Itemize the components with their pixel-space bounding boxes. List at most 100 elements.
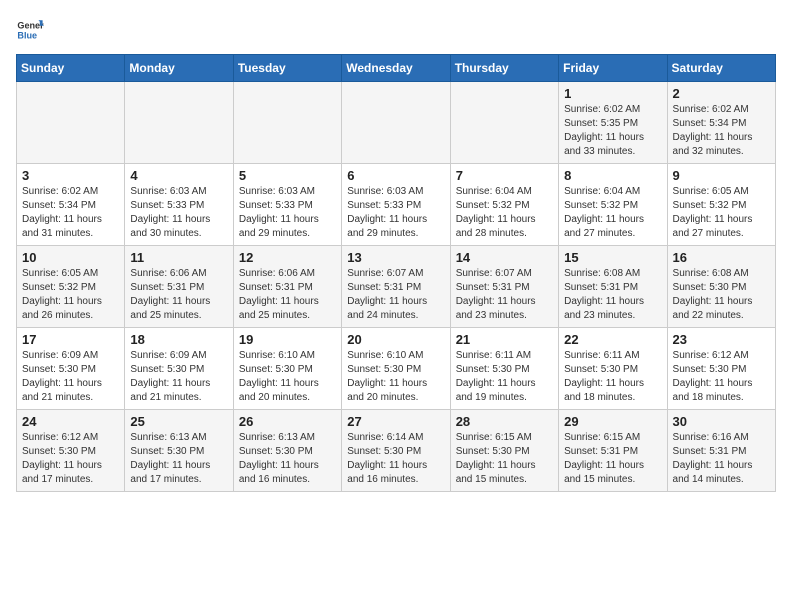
day-number: 1 — [564, 86, 661, 101]
calendar-cell: 13Sunrise: 6:07 AMSunset: 5:31 PMDayligh… — [342, 246, 450, 328]
calendar-cell: 3 Sunrise: 6:02 AMSunset: 5:34 PMDaylight… — [17, 164, 125, 246]
day-info: Sunrise: 6:09 AMSunset: 5:30 PMDaylight:… — [22, 349, 119, 405]
day-number: 20 — [347, 332, 444, 347]
day-info: Sunrise: 6:03 AMSunset: 5:33 PMDaylight:… — [130, 185, 227, 241]
week-row-3: 10 Sunrise: 6:05 AMSunset: 5:32 PMDayligh… — [17, 246, 776, 328]
svg-text:Blue: Blue — [17, 30, 37, 40]
day-number: 22 — [564, 332, 661, 347]
calendar-cell — [233, 82, 341, 164]
calendar-cell: 17 Sunrise: 6:09 AMSunset: 5:30 PMDayligh… — [17, 328, 125, 410]
calendar-cell: 30Sunrise: 6:16 AMSunset: 5:31 PMDayligh… — [667, 410, 775, 492]
day-info: Sunrise: 6:03 AMSunset: 5:33 PMDaylight:… — [347, 185, 444, 241]
calendar-cell: 8 Sunrise: 6:04 AMSunset: 5:32 PMDaylight… — [559, 164, 667, 246]
day-number: 17 — [22, 332, 119, 347]
calendar-cell: 10 Sunrise: 6:05 AMSunset: 5:32 PMDayligh… — [17, 246, 125, 328]
calendar-cell: 14Sunrise: 6:07 AMSunset: 5:31 PMDayligh… — [450, 246, 558, 328]
logo-icon: General Blue — [16, 16, 44, 44]
week-row-4: 17 Sunrise: 6:09 AMSunset: 5:30 PMDayligh… — [17, 328, 776, 410]
day-info: Sunrise: 6:13 AMSunset: 5:30 PMDaylight:… — [130, 431, 227, 487]
calendar-cell: 29 Sunrise: 6:15 AMSunset: 5:31 PMDayligh… — [559, 410, 667, 492]
week-row-1: 1 Sunrise: 6:02 AMSunset: 5:35 PMDaylight… — [17, 82, 776, 164]
calendar-cell: 9 Sunrise: 6:05 AMSunset: 5:32 PMDaylight… — [667, 164, 775, 246]
weekday-header-monday: Monday — [125, 55, 233, 82]
day-info: Sunrise: 6:11 AMSunset: 5:30 PMDaylight:… — [564, 349, 661, 405]
calendar-cell: 5 Sunrise: 6:03 AMSunset: 5:33 PMDaylight… — [233, 164, 341, 246]
calendar-cell: 19 Sunrise: 6:10 AMSunset: 5:30 PMDayligh… — [233, 328, 341, 410]
day-number: 13 — [347, 250, 444, 265]
logo: General Blue — [16, 16, 48, 44]
calendar-cell: 28Sunrise: 6:15 AMSunset: 5:30 PMDayligh… — [450, 410, 558, 492]
weekday-header-saturday: Saturday — [667, 55, 775, 82]
day-info: Sunrise: 6:02 AMSunset: 5:34 PMDaylight:… — [22, 185, 119, 241]
weekday-header-sunday: Sunday — [17, 55, 125, 82]
day-number: 6 — [347, 168, 444, 183]
calendar-cell: 27Sunrise: 6:14 AMSunset: 5:30 PMDayligh… — [342, 410, 450, 492]
weekday-header-row: SundayMondayTuesdayWednesdayThursdayFrid… — [17, 55, 776, 82]
day-number: 7 — [456, 168, 553, 183]
day-number: 8 — [564, 168, 661, 183]
calendar-cell: 1 Sunrise: 6:02 AMSunset: 5:35 PMDaylight… — [559, 82, 667, 164]
day-info: Sunrise: 6:12 AMSunset: 5:30 PMDaylight:… — [22, 431, 119, 487]
day-info: Sunrise: 6:15 AMSunset: 5:30 PMDaylight:… — [456, 431, 553, 487]
calendar-cell: 21 Sunrise: 6:11 AMSunset: 5:30 PMDayligh… — [450, 328, 558, 410]
day-info: Sunrise: 6:11 AMSunset: 5:30 PMDaylight:… — [456, 349, 553, 405]
day-number: 25 — [130, 414, 227, 429]
day-number: 4 — [130, 168, 227, 183]
day-info: Sunrise: 6:02 AMSunset: 5:35 PMDaylight:… — [564, 103, 661, 159]
day-number: 19 — [239, 332, 336, 347]
day-info: Sunrise: 6:04 AMSunset: 5:32 PMDaylight:… — [456, 185, 553, 241]
weekday-header-friday: Friday — [559, 55, 667, 82]
day-info: Sunrise: 6:05 AMSunset: 5:32 PMDaylight:… — [22, 267, 119, 323]
day-number: 30 — [673, 414, 770, 429]
day-info: Sunrise: 6:02 AMSunset: 5:34 PMDaylight:… — [673, 103, 770, 159]
calendar-cell: 22 Sunrise: 6:11 AMSunset: 5:30 PMDayligh… — [559, 328, 667, 410]
calendar-cell: 20 Sunrise: 6:10 AMSunset: 5:30 PMDayligh… — [342, 328, 450, 410]
day-number: 16 — [673, 250, 770, 265]
week-row-2: 3 Sunrise: 6:02 AMSunset: 5:34 PMDaylight… — [17, 164, 776, 246]
day-number: 21 — [456, 332, 553, 347]
weekday-header-tuesday: Tuesday — [233, 55, 341, 82]
day-info: Sunrise: 6:10 AMSunset: 5:30 PMDaylight:… — [239, 349, 336, 405]
day-number: 29 — [564, 414, 661, 429]
day-info: Sunrise: 6:12 AMSunset: 5:30 PMDaylight:… — [673, 349, 770, 405]
calendar-cell — [342, 82, 450, 164]
calendar-cell: 12 Sunrise: 6:06 AMSunset: 5:31 PMDayligh… — [233, 246, 341, 328]
calendar-cell: 11 Sunrise: 6:06 AMSunset: 5:31 PMDayligh… — [125, 246, 233, 328]
day-info: Sunrise: 6:08 AMSunset: 5:31 PMDaylight:… — [564, 267, 661, 323]
day-number: 15 — [564, 250, 661, 265]
calendar-cell: 16 Sunrise: 6:08 AMSunset: 5:30 PMDayligh… — [667, 246, 775, 328]
day-info: Sunrise: 6:07 AMSunset: 5:31 PMDaylight:… — [456, 267, 553, 323]
day-info: Sunrise: 6:04 AMSunset: 5:32 PMDaylight:… — [564, 185, 661, 241]
day-info: Sunrise: 6:05 AMSunset: 5:32 PMDaylight:… — [673, 185, 770, 241]
calendar-cell — [125, 82, 233, 164]
day-number: 5 — [239, 168, 336, 183]
day-number: 24 — [22, 414, 119, 429]
calendar-cell: 24 Sunrise: 6:12 AMSunset: 5:30 PMDayligh… — [17, 410, 125, 492]
calendar-cell: 25 Sunrise: 6:13 AMSunset: 5:30 PMDayligh… — [125, 410, 233, 492]
day-number: 9 — [673, 168, 770, 183]
page-header: General Blue — [16, 16, 776, 44]
day-number: 11 — [130, 250, 227, 265]
day-info: Sunrise: 6:03 AMSunset: 5:33 PMDaylight:… — [239, 185, 336, 241]
day-number: 10 — [22, 250, 119, 265]
day-info: Sunrise: 6:06 AMSunset: 5:31 PMDaylight:… — [239, 267, 336, 323]
calendar-cell — [450, 82, 558, 164]
day-info: Sunrise: 6:06 AMSunset: 5:31 PMDaylight:… — [130, 267, 227, 323]
day-info: Sunrise: 6:15 AMSunset: 5:31 PMDaylight:… — [564, 431, 661, 487]
week-row-5: 24 Sunrise: 6:12 AMSunset: 5:30 PMDayligh… — [17, 410, 776, 492]
day-number: 27 — [347, 414, 444, 429]
calendar-cell: 15 Sunrise: 6:08 AMSunset: 5:31 PMDayligh… — [559, 246, 667, 328]
day-info: Sunrise: 6:08 AMSunset: 5:30 PMDaylight:… — [673, 267, 770, 323]
day-number: 26 — [239, 414, 336, 429]
day-info: Sunrise: 6:10 AMSunset: 5:30 PMDaylight:… — [347, 349, 444, 405]
weekday-header-wednesday: Wednesday — [342, 55, 450, 82]
day-number: 18 — [130, 332, 227, 347]
weekday-header-thursday: Thursday — [450, 55, 558, 82]
day-info: Sunrise: 6:13 AMSunset: 5:30 PMDaylight:… — [239, 431, 336, 487]
day-number: 12 — [239, 250, 336, 265]
day-number: 23 — [673, 332, 770, 347]
calendar-cell: 6 Sunrise: 6:03 AMSunset: 5:33 PMDaylight… — [342, 164, 450, 246]
day-number: 3 — [22, 168, 119, 183]
calendar-cell: 7 Sunrise: 6:04 AMSunset: 5:32 PMDaylight… — [450, 164, 558, 246]
calendar-cell: 4 Sunrise: 6:03 AMSunset: 5:33 PMDaylight… — [125, 164, 233, 246]
